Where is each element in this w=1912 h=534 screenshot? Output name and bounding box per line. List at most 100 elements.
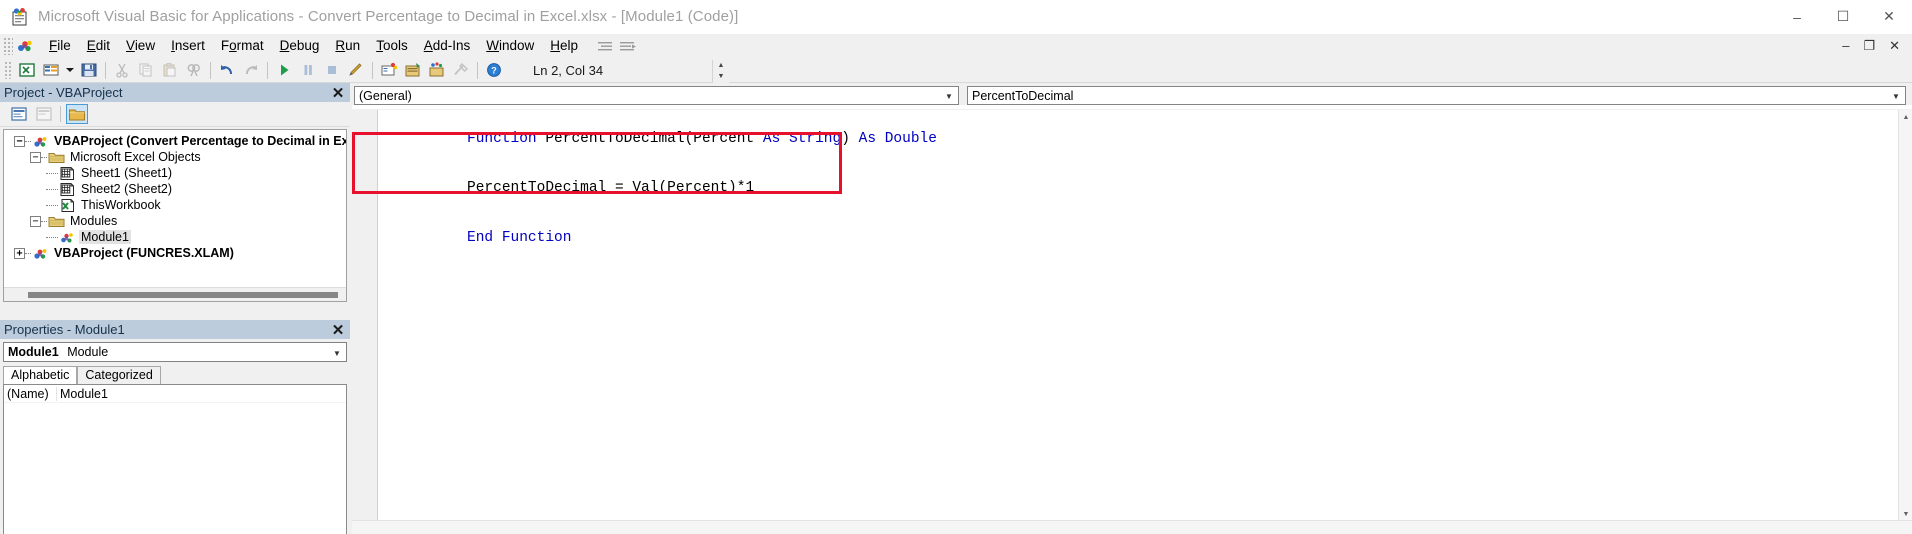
reset-icon[interactable] bbox=[320, 59, 344, 81]
menu-item-run[interactable]: Run bbox=[327, 36, 368, 55]
insert-userform-icon[interactable] bbox=[39, 59, 63, 81]
document-restore-button[interactable]: ❐ bbox=[1856, 36, 1882, 56]
code-horizontal-scrollbar[interactable] bbox=[352, 520, 1912, 534]
chevron-down-icon[interactable]: ▼ bbox=[1889, 89, 1903, 103]
redo-icon[interactable] bbox=[239, 59, 263, 81]
code-token-keyword: As Double bbox=[858, 130, 937, 147]
property-value[interactable]: Module1 bbox=[56, 386, 346, 401]
tree-item-module1[interactable]: Module1 bbox=[4, 229, 346, 245]
project-tree-horizontal-scrollbar[interactable] bbox=[4, 287, 346, 301]
project-explorer-close-button[interactable]: ✕ bbox=[329, 84, 347, 102]
tree-item-sheet2[interactable]: Sheet2 (Sheet2) bbox=[4, 181, 346, 197]
break-icon[interactable] bbox=[296, 59, 320, 81]
tab-categorized[interactable]: Categorized bbox=[77, 366, 161, 384]
spinner-down-icon[interactable]: ▼ bbox=[713, 71, 729, 83]
position-spinner[interactable]: ▲ ▼ bbox=[712, 59, 729, 83]
object-combo[interactable]: (General) ▼ bbox=[354, 86, 959, 105]
paste-icon[interactable] bbox=[158, 59, 182, 81]
vbaproject-icon bbox=[32, 134, 49, 149]
save-icon[interactable] bbox=[77, 59, 101, 81]
code-vertical-scrollbar[interactable]: ▲ ▼ bbox=[1898, 110, 1912, 521]
object-browser-icon[interactable] bbox=[425, 59, 449, 81]
position-indicator-text: Ln 2, Col 34 bbox=[533, 62, 604, 78]
menu-item-window[interactable]: Window bbox=[478, 36, 542, 55]
tree-item-sheet1[interactable]: Sheet1 (Sheet1) bbox=[4, 165, 346, 181]
code-token-plain: ) bbox=[841, 130, 859, 147]
menu-item-add-ins[interactable]: Add-Ins bbox=[416, 36, 479, 55]
outdent-icon[interactable] bbox=[616, 36, 638, 56]
undo-icon[interactable] bbox=[215, 59, 239, 81]
tree-expander-icon[interactable]: − bbox=[14, 135, 25, 147]
properties-object-combo[interactable]: Module1 Module ▼ bbox=[3, 342, 347, 362]
find-icon[interactable] bbox=[182, 59, 206, 81]
spinner-up-icon[interactable]: ▲ bbox=[713, 60, 729, 72]
toolbar-drag-grip[interactable] bbox=[4, 61, 12, 79]
properties-tabs: Alphabetic Categorized bbox=[3, 366, 350, 384]
tree-item-vbaproject-main[interactable]: − VBAProject (Convert Percentage to Deci… bbox=[4, 133, 346, 149]
chevron-down-icon[interactable]: ▼ bbox=[330, 346, 344, 360]
code-line-2: PercentToDecimal = Val(Percent)*1 bbox=[380, 164, 1898, 214]
window-close-button[interactable]: ✕ bbox=[1866, 0, 1912, 34]
tree-item-vbaproject-funcres[interactable]: + VBAProject (FUNCRES.XLAM) bbox=[4, 245, 346, 261]
document-close-button[interactable]: ✕ bbox=[1882, 36, 1912, 56]
toolbox-icon[interactable] bbox=[449, 59, 473, 81]
tree-item-label: Sheet1 (Sheet1) bbox=[81, 166, 173, 180]
project-explorer-panel: Project - VBAProject ✕ − VBAProject (Con… bbox=[0, 83, 350, 302]
property-row-name[interactable]: (Name) Module1 bbox=[4, 385, 346, 403]
toggle-folders-icon[interactable] bbox=[66, 104, 88, 124]
code-window-combos: (General) ▼ PercentToDecimal ▼ bbox=[352, 83, 1912, 105]
scrollbar-thumb[interactable] bbox=[28, 292, 338, 298]
tree-item-label: Modules bbox=[70, 214, 118, 228]
project-tree[interactable]: − VBAProject (Convert Percentage to Deci… bbox=[3, 129, 347, 302]
properties-window-icon[interactable] bbox=[401, 59, 425, 81]
menu-item-edit[interactable]: Edit bbox=[79, 36, 118, 55]
window-maximize-button[interactable]: ☐ bbox=[1820, 0, 1866, 34]
tree-expander-icon[interactable]: + bbox=[14, 247, 25, 259]
project-explorer-title: Project - VBAProject bbox=[4, 85, 123, 100]
tab-alphabetic[interactable]: Alphabetic bbox=[3, 366, 78, 384]
tree-expander-icon[interactable]: − bbox=[30, 151, 41, 163]
tree-item-modules[interactable]: − Modules bbox=[4, 213, 346, 229]
properties-panel: Properties - Module1 ✕ Module1 Module ▼ … bbox=[0, 320, 350, 534]
copy-icon[interactable] bbox=[134, 59, 158, 81]
code-token-keyword: As String bbox=[762, 130, 842, 147]
window-minimize-button[interactable]: – bbox=[1774, 0, 1820, 34]
properties-grid[interactable]: (Name) Module1 bbox=[3, 384, 347, 534]
view-excel-icon[interactable] bbox=[15, 59, 39, 81]
procedure-combo[interactable]: PercentToDecimal ▼ bbox=[967, 86, 1906, 105]
menu-item-file[interactable]: File bbox=[41, 36, 79, 55]
folder-icon bbox=[48, 214, 65, 229]
view-object-icon[interactable] bbox=[33, 104, 55, 124]
menu-item-debug[interactable]: Debug bbox=[272, 36, 328, 55]
menu-item-format[interactable]: Format bbox=[213, 36, 272, 55]
scroll-up-icon[interactable]: ▲ bbox=[1899, 110, 1912, 124]
code-editor[interactable]: Function PercentToDecimal(Percent As Str… bbox=[352, 109, 1912, 534]
project-explorer-icon[interactable] bbox=[377, 59, 401, 81]
view-code-icon[interactable] bbox=[8, 104, 30, 124]
properties-object-combo-text: Module1 Module bbox=[4, 345, 108, 359]
code-margin-indicator-bar[interactable] bbox=[352, 110, 378, 534]
tree-item-label: Microsoft Excel Objects bbox=[70, 150, 201, 164]
tree-item-label: Sheet2 (Sheet2) bbox=[81, 182, 173, 196]
scroll-down-icon[interactable]: ▼ bbox=[1899, 507, 1912, 521]
properties-close-button[interactable]: ✕ bbox=[329, 321, 347, 339]
run-icon[interactable] bbox=[272, 59, 296, 81]
menu-drag-grip[interactable] bbox=[3, 36, 13, 55]
help-icon[interactable]: ? bbox=[482, 59, 506, 81]
menu-item-tools[interactable]: Tools bbox=[368, 36, 416, 55]
cut-icon[interactable] bbox=[110, 59, 134, 81]
menu-item-help[interactable]: Help bbox=[542, 36, 586, 55]
tree-item-label: VBAProject (FUNCRES.XLAM) bbox=[54, 246, 234, 260]
chevron-down-icon[interactable]: ▼ bbox=[942, 89, 956, 103]
menu-item-view[interactable]: View bbox=[118, 36, 163, 55]
document-minimize-button[interactable]: – bbox=[1835, 36, 1856, 56]
tree-item-thisworkbook[interactable]: ThisWorkbook bbox=[4, 197, 346, 213]
vba-app-icon bbox=[10, 7, 30, 27]
insert-dropdown-icon[interactable] bbox=[63, 59, 77, 81]
code-text[interactable]: Function PercentToDecimal(Percent As Str… bbox=[380, 110, 1898, 520]
tree-expander-icon[interactable]: − bbox=[30, 215, 41, 227]
tree-item-microsoft-excel-objects[interactable]: − Microsoft Excel Objects bbox=[4, 149, 346, 165]
menu-item-insert[interactable]: Insert bbox=[163, 36, 213, 55]
design-mode-icon[interactable] bbox=[344, 59, 368, 81]
indent-icon[interactable] bbox=[594, 36, 616, 56]
